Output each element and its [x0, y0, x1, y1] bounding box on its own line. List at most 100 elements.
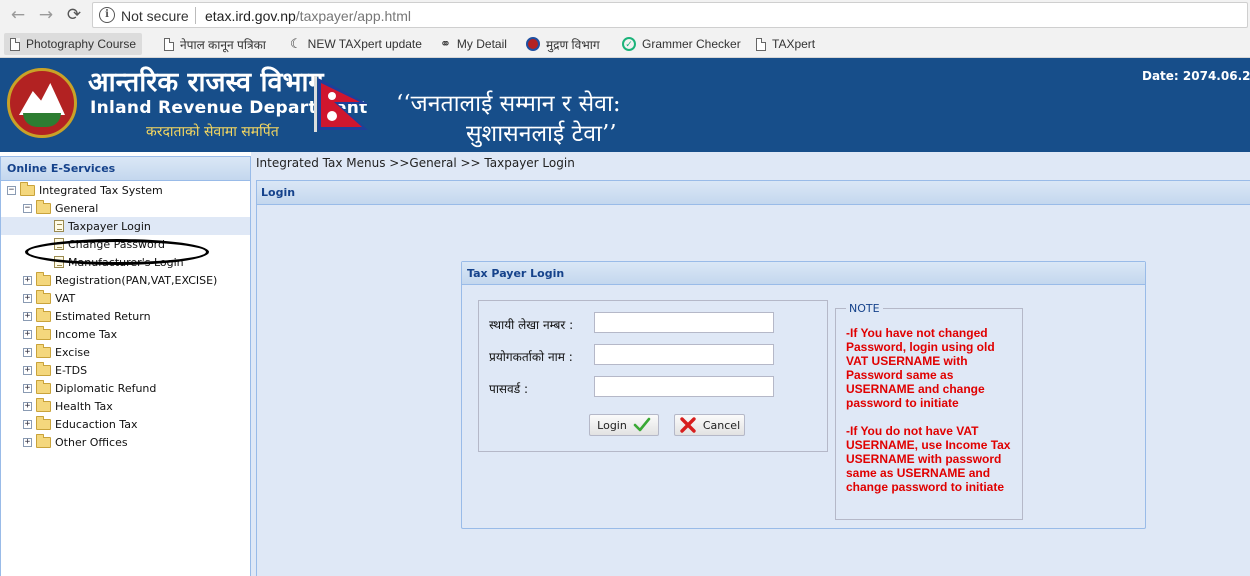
check-circle-icon: ✓ — [622, 37, 636, 51]
folder-icon — [36, 415, 51, 430]
folder-icon — [36, 397, 51, 412]
info-icon[interactable]: i — [99, 7, 115, 23]
login-form: स्थायी लेखा नम्बर : प्रयोगकर्ताको नाम : … — [478, 300, 828, 452]
page-icon — [756, 37, 766, 51]
tree-node-label: General — [55, 201, 99, 215]
security-label[interactable]: Not secure — [121, 8, 189, 24]
tree-node-label: Diplomatic Refund — [55, 381, 157, 395]
tree-node-label: VAT — [55, 291, 76, 305]
highlight-annotation-circle — [25, 239, 209, 265]
main-content: Integrated Tax Menus >>General >> Taxpay… — [251, 152, 1250, 576]
bookmark-taxpert-update[interactable]: ☾ NEW TAXpert update — [284, 33, 428, 55]
date-label: Date: 2074.06.26 — [1142, 69, 1250, 83]
tree-node-education-tax[interactable]: + Educaction Tax — [23, 415, 137, 433]
collapse-icon[interactable]: − — [23, 203, 32, 213]
folder-icon — [36, 343, 51, 358]
bookmark-label: NEW TAXpert update — [307, 37, 422, 51]
address-bar[interactable]: i Not secure etax.ird.gov.np/taxpayer/ap… — [92, 2, 1248, 28]
tree-node-general[interactable]: − General — [23, 199, 98, 217]
department-name-nepali: आन्तरिक राजस्व विभाग — [88, 67, 324, 98]
folder-icon — [36, 289, 51, 304]
url-domain: etax.ird.gov.np — [205, 8, 296, 24]
expand-icon[interactable]: + — [23, 329, 32, 339]
tree-node-integrated-tax-system[interactable]: − Integrated Tax System — [7, 181, 163, 199]
folder-icon — [36, 271, 51, 286]
swirl-icon: ☾ — [290, 36, 302, 51]
tree-node-label: Excise — [55, 345, 90, 359]
folder-icon — [36, 379, 51, 394]
bookmark-nepal-kanoon[interactable]: नेपाल कानून पत्रिका — [158, 33, 272, 55]
sidebar-panel: Online E-Services − Integrated Tax Syste… — [0, 156, 251, 576]
page-icon — [10, 37, 20, 51]
bookmark-my-detail[interactable]: ⚭ My Detail — [434, 33, 513, 55]
note-text: -If You have not changed Password, login… — [846, 326, 1011, 494]
tree-node-health-tax[interactable]: + Health Tax — [23, 397, 113, 415]
pan-input[interactable] — [594, 312, 774, 333]
slogan-line-1: ‘‘जनतालाई सम्मान र सेवा: — [396, 91, 621, 117]
expand-icon[interactable]: + — [23, 311, 32, 321]
tree-node-taxpayer-login[interactable]: Taxpayer Login — [1, 217, 250, 235]
tree-node-diplomatic-refund[interactable]: + Diplomatic Refund — [23, 379, 156, 397]
username-input[interactable] — [594, 344, 774, 365]
bookmark-label: Photography Course — [26, 37, 137, 51]
bookmark-label: My Detail — [456, 37, 507, 51]
expand-icon[interactable]: + — [23, 275, 32, 285]
tree-node-label: Registration(PAN,VAT,EXCISE) — [55, 273, 218, 287]
folder-icon — [36, 361, 51, 376]
login-button[interactable]: Login — [589, 414, 659, 436]
expand-icon[interactable]: + — [23, 437, 32, 447]
tree-node-other-offices[interactable]: + Other Offices — [23, 433, 128, 451]
cancel-button-label: Cancel — [702, 418, 741, 432]
forward-icon[interactable]: → — [36, 5, 56, 25]
dialog-title: Tax Payer Login — [462, 262, 1145, 285]
tree-node-excise[interactable]: + Excise — [23, 343, 90, 361]
bookmarks-bar: Photography Course नेपाल कानून पत्रिका ☾… — [0, 30, 1250, 58]
nepal-flag-icon — [314, 76, 368, 132]
bookmark-label: मुद्रण विभाग — [546, 37, 600, 52]
password-input[interactable] — [594, 376, 774, 397]
tree-node-estimated-return[interactable]: + Estimated Return — [23, 307, 151, 325]
tree-node-vat[interactable]: + VAT — [23, 289, 75, 307]
expand-icon[interactable]: + — [23, 365, 32, 375]
url-text[interactable]: etax.ird.gov.np/taxpayer/app.html — [205, 8, 411, 24]
expand-icon[interactable]: + — [23, 293, 32, 303]
reload-icon[interactable]: ⟳ — [64, 5, 84, 25]
folder-icon — [36, 325, 51, 340]
tree-node-e-tds[interactable]: + E-TDS — [23, 361, 87, 379]
bookmark-mudran-vibhag[interactable]: मुद्रण विभाग — [520, 33, 606, 55]
password-label: पासवर्ड : — [489, 382, 528, 396]
expand-icon[interactable]: + — [23, 401, 32, 411]
tree-node-registration[interactable]: + Registration(PAN,VAT,EXCISE) — [23, 271, 217, 289]
link-icon: ⚭ — [440, 36, 451, 51]
back-icon[interactable]: ← — [8, 5, 28, 25]
bookmark-grammer-checker[interactable]: ✓ Grammer Checker — [616, 33, 747, 55]
cancel-button[interactable]: Cancel — [674, 414, 745, 436]
tree-node-label: Other Offices — [55, 435, 128, 449]
tree-node-income-tax[interactable]: + Income Tax — [23, 325, 117, 343]
expand-icon[interactable]: + — [23, 383, 32, 393]
folder-icon — [36, 307, 51, 322]
pan-label: स्थायी लेखा नम्बर : — [489, 318, 574, 332]
bookmark-taxpert[interactable]: TAXpert — [750, 33, 821, 55]
username-label: प्रयोगकर्ताको नाम : — [489, 350, 573, 364]
document-icon — [54, 220, 64, 232]
folder-icon — [36, 433, 51, 448]
collapse-icon[interactable]: − — [7, 185, 16, 195]
tree-node-label: Integrated Tax System — [39, 183, 163, 197]
tree-node-label: Taxpayer Login — [68, 219, 151, 233]
header-banner: आन्तरिक राजस्व विभाग Inland Revenue Depa… — [0, 58, 1250, 152]
folder-open-icon — [20, 181, 35, 196]
expand-icon[interactable]: + — [23, 347, 32, 357]
check-icon — [633, 417, 651, 432]
tree-node-label: Income Tax — [55, 327, 118, 341]
bookmark-photography-course[interactable]: Photography Course — [4, 33, 143, 55]
divider — [195, 7, 196, 24]
emblem-icon — [526, 37, 540, 51]
bookmark-label: TAXpert — [772, 37, 816, 51]
slogan-line-2: सुशासनलाई टेवा’’ — [466, 121, 617, 147]
note-title: NOTE — [846, 302, 883, 315]
url-path: /taxpayer/app.html — [295, 8, 411, 24]
expand-icon[interactable]: + — [23, 419, 32, 429]
cancel-x-icon — [680, 417, 696, 433]
tree-node-label: Educaction Tax — [55, 417, 138, 431]
